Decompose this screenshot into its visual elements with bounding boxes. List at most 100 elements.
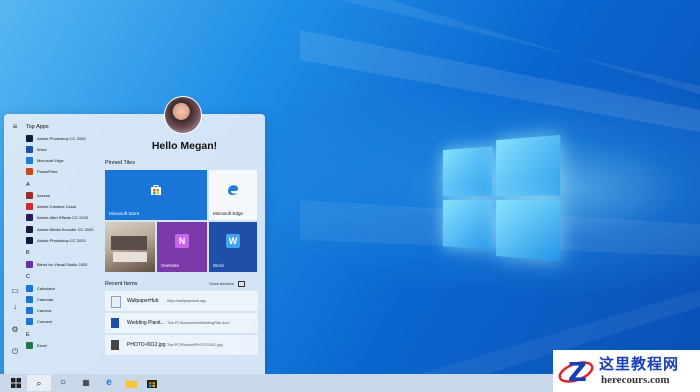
app-list-item[interactable]: Excel: [26, 341, 102, 351]
app-list-item[interactable]: Connect: [26, 317, 102, 327]
recent-item-path: https://wallpaperhub.app: [167, 298, 207, 303]
app-label: Connect: [37, 319, 52, 325]
app-label: Blend for Visual Studio 2020: [37, 261, 88, 267]
word-icon: [26, 145, 33, 153]
photo-thumbnail: [111, 236, 147, 250]
photo-thumbnail-book: [113, 252, 147, 262]
app-label: Word: [37, 146, 47, 152]
after-effects-icon: [26, 214, 33, 222]
windows-start-icon[interactable]: [10, 377, 22, 389]
greeting: Hello Megan!: [151, 140, 218, 152]
store-icon[interactable]: [146, 377, 158, 389]
tile-label: OneNote: [161, 263, 180, 268]
image-file-icon: [111, 340, 119, 350]
avatar[interactable]: [164, 96, 202, 134]
app-label: PowerPoint: [37, 169, 58, 175]
app-list-item[interactable]: Adobe Photoshop CC 2020: [26, 235, 102, 245]
tile-microsoft-edge[interactable]: Microsoft Edge: [209, 170, 257, 220]
recent-item[interactable]: WallpaperHub https://wallpaperhub.app: [105, 291, 258, 311]
file-explorer-icon[interactable]: [125, 377, 137, 389]
excel-icon: [26, 342, 33, 350]
app-label: Adobe Media Encoder CC 2020: [37, 226, 94, 232]
powerpoint-icon: [26, 168, 33, 176]
section-top-apps: Top Apps: [26, 124, 49, 130]
app-label: Calendar: [37, 297, 54, 302]
show-timeline-link[interactable]: Show timeline: [209, 281, 246, 287]
recent-item-name: Wedding Planit...: [127, 320, 165, 326]
app-list-item[interactable]: Blend for Visual Studio 2020: [26, 259, 102, 269]
watermark-url: herecours.com: [601, 374, 670, 386]
watermark-logo: Z: [558, 358, 594, 388]
start-menu: ≡ ▭ ↓ ⚙ ⏻ Top Apps Adobe Photoshop CC 20…: [4, 114, 265, 376]
recent-item[interactable]: Wedding Planit... This PC\Documents\Wedd…: [105, 313, 258, 333]
app-list-item[interactable]: PowerPoint: [26, 167, 102, 177]
calendar-icon: [26, 296, 33, 303]
photoshop-icon: [26, 134, 33, 142]
blend-icon: [26, 260, 33, 268]
task-view-icon[interactable]: ○: [57, 377, 69, 389]
recent-item[interactable]: PHOTO-0012.jpg This PC\Pictures\PHOTO-00…: [105, 335, 258, 355]
app-label: Adobe After Effects CC 2020: [37, 215, 89, 221]
app-list-item[interactable]: Microsoft Edge: [26, 155, 102, 165]
recent-item-name: PHOTO-0012.jpg: [127, 342, 166, 348]
edge-icon: [26, 156, 33, 164]
app-list-item[interactable]: Adobe Photoshop CC 2020: [26, 133, 102, 143]
app-list-item[interactable]: Access: [26, 191, 102, 201]
edge-icon: [228, 185, 239, 196]
app-list-item[interactable]: Calculator: [26, 283, 102, 293]
calculator-icon: [26, 284, 33, 292]
app-label: Excel: [37, 343, 47, 349]
app-list-item[interactable]: Adobe Creative Cloud: [26, 202, 102, 212]
settings-icon[interactable]: ⚙: [10, 325, 20, 335]
watermark: Z 这里教程网 herecours.com: [553, 350, 700, 392]
web-file-icon: [111, 296, 121, 308]
word-file-icon: [111, 318, 119, 328]
section-b: B: [26, 250, 30, 257]
section-e: E: [26, 331, 30, 338]
apps-icon[interactable]: ▦: [80, 377, 92, 389]
tile-word[interactable]: W Word: [209, 222, 257, 272]
app-list-item[interactable]: Word: [26, 144, 102, 154]
document-icon[interactable]: ▭: [10, 286, 20, 296]
timeline-icon: [238, 281, 246, 287]
photoshop-icon: [26, 236, 33, 244]
app-list-item[interactable]: Adobe After Effects CC 2020: [26, 213, 102, 223]
section-c: C: [26, 274, 30, 281]
store-icon: [151, 185, 161, 195]
app-list-item[interactable]: Adobe Media Encoder CC 2020: [26, 224, 102, 234]
tile-label: Microsoft Store: [109, 211, 140, 216]
app-label: Calculator: [37, 285, 56, 291]
app-list-item[interactable]: Calendar: [26, 295, 102, 305]
word-icon: W: [226, 234, 240, 248]
creative-cloud-icon: [26, 203, 33, 211]
search-icon: ⌕: [36, 378, 42, 388]
app-label: Access: [37, 193, 50, 199]
media-encoder-icon: [26, 225, 33, 233]
edge-icon[interactable]: e: [103, 377, 115, 389]
tile-label: Microsoft Edge: [213, 211, 244, 216]
tile-label: Word: [213, 263, 224, 268]
recent-item-name: WallpaperHub: [127, 298, 159, 304]
start-rail: ≡ ▭ ↓ ⚙ ⏻: [4, 114, 24, 376]
search-box[interactable]: ⌕: [27, 375, 51, 391]
hamburger-icon[interactable]: ≡: [10, 122, 20, 132]
section-a: A: [26, 181, 30, 188]
tile-photos[interactable]: [105, 222, 155, 272]
app-label: Adobe Photoshop CC 2020: [37, 135, 86, 141]
show-timeline-label: Show timeline: [209, 281, 234, 287]
access-icon: [26, 192, 33, 200]
app-label: Adobe Creative Cloud: [37, 204, 77, 210]
pinned-tiles-title: Pinned Tiles: [105, 160, 135, 166]
app-label: Adobe Photoshop CC 2020: [37, 237, 86, 243]
recent-items-title: Recent Items: [105, 281, 138, 287]
camera-icon: [26, 307, 33, 315]
tile-onenote[interactable]: N OneNote: [157, 222, 207, 272]
recent-item-path: This PC\Pictures\PHOTO-0012.jpg: [167, 342, 223, 347]
recent-item-path: This PC\Documents\WeddingPlan.docx: [167, 320, 230, 325]
windows-logo-wallpaper: [443, 134, 562, 265]
power-icon[interactable]: ⏻: [10, 347, 20, 357]
download-icon[interactable]: ↓: [10, 302, 20, 312]
tile-microsoft-store[interactable]: Microsoft Store: [105, 170, 207, 220]
app-list: Top Apps Adobe Photoshop CC 2020 Word Micr…: [26, 124, 102, 374]
app-list-item[interactable]: Camera: [26, 306, 102, 316]
